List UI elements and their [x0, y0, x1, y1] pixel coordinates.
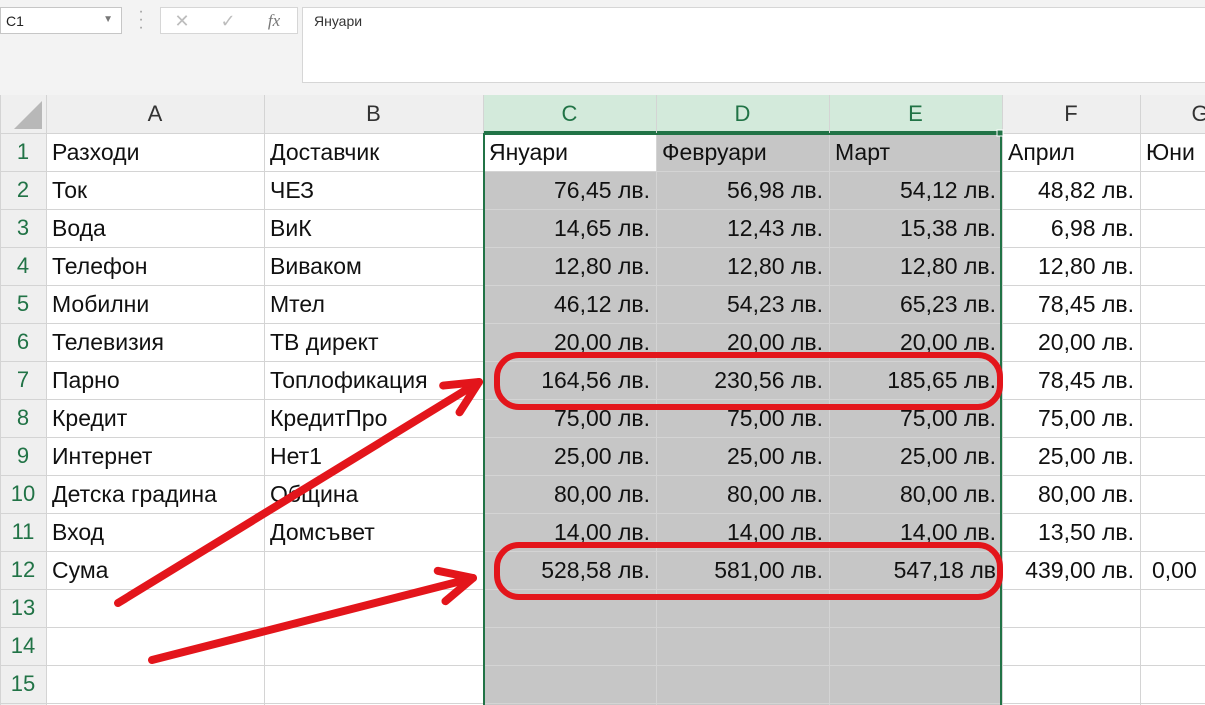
row-header-5[interactable]: 5: [0, 285, 46, 323]
column-header-e[interactable]: E: [829, 95, 1002, 133]
row-header-9[interactable]: 9: [0, 437, 46, 475]
cell-d2[interactable]: 56,98 лв.: [656, 171, 823, 209]
cell-c6[interactable]: 20,00 лв.: [483, 323, 650, 361]
row-header-13[interactable]: 13: [0, 589, 46, 627]
cell-e12[interactable]: 547,18 лв: [829, 551, 996, 589]
enter-check-icon[interactable]: ✓: [213, 10, 243, 32]
cell-e10[interactable]: 80,00 лв.: [829, 475, 996, 513]
cell-c12[interactable]: 528,58 лв.: [483, 551, 650, 589]
row-header-11[interactable]: 11: [0, 513, 46, 551]
column-header-f[interactable]: F: [1002, 95, 1140, 133]
cell-a12[interactable]: Сума: [52, 551, 470, 589]
column-header-g[interactable]: G: [1140, 95, 1205, 133]
cell-c10[interactable]: 80,00 лв.: [483, 475, 650, 513]
cell-c7[interactable]: 164,56 лв.: [483, 361, 650, 399]
formula-buttons: ✕ ✓ fx: [160, 7, 298, 34]
cell-f9[interactable]: 25,00 лв.: [1002, 437, 1134, 475]
cell-f8[interactable]: 75,00 лв.: [1002, 399, 1134, 437]
row-header-8[interactable]: 8: [0, 399, 46, 437]
cell-c5[interactable]: 46,12 лв.: [483, 285, 650, 323]
cell-d3[interactable]: 12,43 лв.: [656, 209, 823, 247]
cell-e6[interactable]: 20,00 лв.: [829, 323, 996, 361]
cell-e8[interactable]: 75,00 лв.: [829, 399, 996, 437]
cell-f6[interactable]: 20,00 лв.: [1002, 323, 1134, 361]
formula-text: Януари: [314, 13, 363, 29]
row-header-14[interactable]: 14: [0, 627, 46, 665]
cancel-icon[interactable]: ✕: [167, 10, 197, 32]
row-header-4[interactable]: 4: [0, 247, 46, 285]
row-header-2[interactable]: 2: [0, 171, 46, 209]
cell-e4[interactable]: 12,80 лв.: [829, 247, 996, 285]
cell-e3[interactable]: 15,38 лв.: [829, 209, 996, 247]
cell-e2[interactable]: 54,12 лв.: [829, 171, 996, 209]
cell-f7[interactable]: 78,45 лв.: [1002, 361, 1134, 399]
cell-e11[interactable]: 14,00 лв.: [829, 513, 996, 551]
name-box[interactable]: C1 ▼: [0, 7, 122, 34]
cell-c2[interactable]: 76,45 лв.: [483, 171, 650, 209]
cell-e9[interactable]: 25,00 лв.: [829, 437, 996, 475]
row-header-7[interactable]: 7: [0, 361, 46, 399]
cell-f12[interactable]: 439,00 лв.: [1002, 551, 1134, 589]
cell-f3[interactable]: 6,98 лв.: [1002, 209, 1134, 247]
insert-function-icon[interactable]: fx: [259, 10, 289, 32]
cell-c8[interactable]: 75,00 лв.: [483, 399, 650, 437]
cell-e7[interactable]: 185,65 лв.: [829, 361, 996, 399]
cell-e5[interactable]: 65,23 лв.: [829, 285, 996, 323]
cell-f4[interactable]: 12,80 лв.: [1002, 247, 1134, 285]
formula-input[interactable]: Януари: [302, 7, 1205, 83]
cell-d7[interactable]: 230,56 лв.: [656, 361, 823, 399]
column-header-c[interactable]: C: [483, 95, 656, 133]
formula-bar: C1 ▼ · · · ✕ ✓ fx Януари: [0, 0, 1205, 95]
cell-d9[interactable]: 25,00 лв.: [656, 437, 823, 475]
more-vertical-icon[interactable]: · · ·: [136, 4, 146, 36]
cell-d5[interactable]: 54,23 лв.: [656, 285, 823, 323]
cell-f11[interactable]: 13,50 лв.: [1002, 513, 1134, 551]
cell-c11[interactable]: 14,00 лв.: [483, 513, 650, 551]
column-header-a[interactable]: A: [46, 95, 264, 133]
cell-g12[interactable]: 0,00: [1152, 551, 1205, 589]
name-box-value: C1: [6, 13, 24, 29]
cell-f2[interactable]: 48,82 лв.: [1002, 171, 1134, 209]
spreadsheet-grid[interactable]: A B C D E F G 1 Разходи Доставчик Януари Февруари Ма…: [0, 95, 1205, 705]
chevron-down-icon[interactable]: ▼: [103, 14, 113, 25]
cell-d6[interactable]: 20,00 лв.: [656, 323, 823, 361]
row-header-15[interactable]: 15: [0, 665, 46, 703]
cell-d4[interactable]: 12,80 лв.: [656, 247, 823, 285]
cell-f5[interactable]: 78,45 лв.: [1002, 285, 1134, 323]
cell-d11[interactable]: 14,00 лв.: [656, 513, 823, 551]
cell-d8[interactable]: 75,00 лв.: [656, 399, 823, 437]
row-header-1[interactable]: 1: [0, 133, 46, 171]
row-header-6[interactable]: 6: [0, 323, 46, 361]
cell-c4[interactable]: 12,80 лв.: [483, 247, 650, 285]
cell-d10[interactable]: 80,00 лв.: [656, 475, 823, 513]
row-header-10[interactable]: 10: [0, 475, 46, 513]
row-header-12[interactable]: 12: [0, 551, 46, 589]
cell-f10[interactable]: 80,00 лв.: [1002, 475, 1134, 513]
cell-c9[interactable]: 25,00 лв.: [483, 437, 650, 475]
row-header-3[interactable]: 3: [0, 209, 46, 247]
cell-d12[interactable]: 581,00 лв.: [656, 551, 823, 589]
column-header-d[interactable]: D: [656, 95, 829, 133]
cell-g1[interactable]: Юни: [1146, 133, 1205, 171]
cell-c3[interactable]: 14,65 лв.: [483, 209, 650, 247]
column-header-b[interactable]: B: [264, 95, 483, 133]
